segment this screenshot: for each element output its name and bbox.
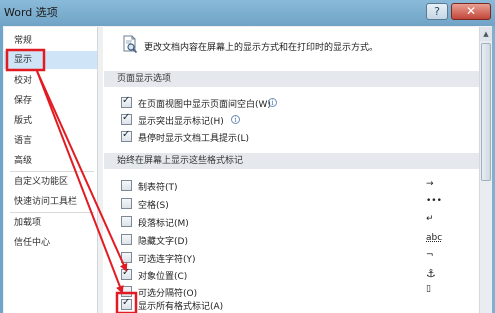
checkbox-show-highlighter[interactable] [121, 112, 132, 125]
sidebar-item-proofing[interactable]: 校对 [4, 72, 97, 90]
help-button[interactable]: ? [426, 3, 448, 20]
scroll-up-icon[interactable]: ▲ [480, 27, 492, 41]
label-optional-breaks: 可选分隔符(O) [138, 289, 198, 299]
info-icon[interactable]: i [268, 98, 277, 107]
checkbox-tab-characters[interactable] [121, 180, 132, 191]
sidebar-divider [10, 212, 94, 213]
checkbox-show-tooltips[interactable] [121, 129, 132, 142]
label-paragraph-marks: 段落标记(M) [138, 219, 189, 229]
sidebar-item-customize-ribbon[interactable]: 自定义功能区 [4, 173, 97, 191]
window-title: Word 选项 [4, 6, 58, 19]
sidebar-item-trust-center[interactable]: 信任中心 [4, 234, 97, 252]
checkbox-optional-hyphens[interactable] [121, 252, 132, 263]
checkbox-object-anchors[interactable] [121, 267, 132, 280]
label-show-all-marks: 显示所有格式标记(A) [138, 302, 224, 312]
label-tab-characters: 制表符(T) [138, 183, 178, 193]
sidebar-item-quick-access-toolbar[interactable]: 快速访问工具栏 [4, 193, 97, 211]
sidebar-item-typography[interactable]: 版式 [4, 112, 97, 130]
document-magnifier-icon [123, 35, 138, 53]
scrollbar-thumb[interactable] [481, 43, 491, 181]
close-button[interactable]: ✕ [451, 3, 491, 20]
arrow-right-icon: → [426, 179, 434, 189]
section-formatting-marks: 始终在屏幕上显示这些格式标记 [104, 153, 479, 169]
sidebar-item-advanced[interactable]: 高级 [4, 152, 97, 170]
sidebar-item-add-ins[interactable]: 加载项 [4, 214, 97, 232]
sidebar-item-display[interactable]: 显示 [4, 51, 97, 69]
optional-hyphen-icon: ¬ [426, 250, 434, 260]
optional-break-icon: ▯ [426, 284, 431, 294]
checkbox-paragraph-marks[interactable] [121, 216, 132, 227]
sidebar-item-save[interactable]: 保存 [4, 92, 97, 110]
label-hidden-text: 隐藏文字(D) [138, 237, 188, 247]
checkbox-spaces[interactable] [121, 198, 132, 209]
sidebar-item-language[interactable]: 语言 [4, 132, 97, 150]
hidden-text-icon: abc [426, 233, 443, 243]
sidebar-divider [10, 171, 94, 172]
window-titlebar: Word 选项 ? ✕ [0, 0, 495, 26]
checkbox-show-all-marks[interactable] [121, 297, 132, 310]
label-show-tooltips: 悬停时显示文档工具提示(L) [138, 134, 250, 144]
section-page-display: 页面显示选项 [104, 71, 479, 87]
label-object-anchors: 对象位置(C) [138, 272, 188, 282]
label-show-whitespace: 在页面视图中显示页面间空白(W) [138, 100, 271, 110]
display-description: 更改文档内容在屏幕上的显示方式和在打印时的显示方式。 [144, 43, 379, 53]
dots-icon: ••• [426, 196, 442, 206]
label-show-highlighter: 显示突出显示标记(H) [138, 117, 224, 127]
checkbox-show-whitespace[interactable] [121, 95, 132, 108]
checkbox-optional-breaks[interactable] [121, 286, 132, 297]
info-icon[interactable]: i [231, 115, 240, 124]
sidebar-item-general[interactable]: 常规 [4, 32, 97, 50]
anchor-icon: ⚓ [426, 267, 436, 280]
label-spaces: 空格(S) [138, 201, 169, 211]
label-optional-hyphens: 可选连字符(Y) [138, 255, 196, 265]
vertical-scrollbar[interactable]: ▲ [479, 27, 492, 313]
paragraph-mark-icon: ↵ [426, 214, 434, 224]
sidebar: 常规 显示 校对 保存 版式 语言 高级 自定义功能区 快速访问工具栏 加载项 … [4, 27, 98, 313]
checkbox-hidden-text[interactable] [121, 234, 132, 245]
